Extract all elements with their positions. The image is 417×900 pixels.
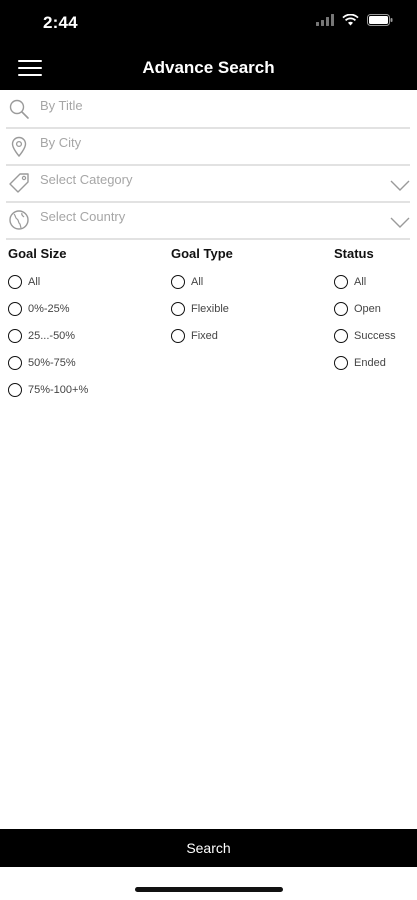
country-select-placeholder: Select Country [40,209,126,224]
option-label: Ended [354,356,386,369]
option-label: 50%-75% [28,356,76,369]
radio-button[interactable] [334,355,348,370]
home-indicator [135,887,283,892]
search-icon [9,99,29,119]
goal-type-option-flexible[interactable]: Flexible [171,295,233,322]
status-time: 2:44 [43,13,78,32]
page-title: Advance Search [142,58,275,77]
radio-button[interactable] [171,301,185,316]
option-label: Fixed [191,329,218,342]
radio-button[interactable] [8,274,22,289]
globe-icon [9,210,29,230]
status-filter: Status All Open Success Ended [334,246,396,376]
option-label: All [191,275,204,288]
option-label: Open [354,302,381,315]
status-option-ended[interactable]: Ended [334,349,396,376]
goal-size-heading: Goal Size [8,246,67,261]
goal-type-heading: Goal Type [171,246,233,261]
option-label: Flexible [191,302,229,315]
goal-size-option-50-75[interactable]: 50%-75% [8,349,88,376]
radio-button[interactable] [8,382,22,397]
wifi-icon [342,14,359,26]
status-bar: 2:44 [0,0,417,44]
status-icons [316,14,393,26]
country-select[interactable]: Select Country [6,203,410,240]
battery-icon [367,14,393,26]
city-search-field[interactable]: By City [6,129,410,166]
radio-button[interactable] [171,328,185,343]
radio-button[interactable] [8,328,22,343]
radio-button[interactable] [334,328,348,343]
goal-size-option-0-25[interactable]: 0%-25% [8,295,88,322]
city-field-placeholder: By City [40,135,82,150]
option-label: 0%-25% [28,302,70,315]
goal-type-filter: Goal Type All Flexible Fixed [171,246,233,349]
option-label: 75%-100+% [28,383,89,396]
radio-button[interactable] [334,274,348,289]
location-pin-icon [11,136,27,157]
goal-size-option-75-100[interactable]: 75%-100+% [8,376,88,403]
radio-button[interactable] [8,355,22,370]
category-select[interactable]: Select Category [6,166,410,203]
radio-button[interactable] [334,301,348,316]
goal-size-filter: Goal Size All 0%-25% 25...-50% 50%-75% 7… [8,246,88,403]
search-button[interactable]: Search [0,829,417,867]
status-option-all[interactable]: All [334,268,396,295]
radio-button[interactable] [8,301,22,316]
category-select-placeholder: Select Category [40,172,133,187]
goal-type-option-all[interactable]: All [171,268,233,295]
title-field-placeholder: By Title [40,98,83,113]
tag-icon [9,173,29,193]
option-label: 25...-50% [28,329,76,342]
nav-bar: Advance Search [0,44,417,90]
goal-type-option-fixed[interactable]: Fixed [171,322,233,349]
cellular-signal-icon [316,14,334,26]
option-label: All [354,275,367,288]
goal-size-option-25-50[interactable]: 25...-50% [8,322,88,349]
option-label: All [28,275,41,288]
chevron-down-icon [390,217,410,228]
goal-size-option-all[interactable]: All [8,268,88,295]
status-option-open[interactable]: Open [334,295,396,322]
status-heading: Status [334,246,374,261]
status-option-success[interactable]: Success [334,322,396,349]
chevron-down-icon [390,180,410,191]
radio-button[interactable] [171,274,185,289]
option-label: Success [354,329,396,342]
title-search-field[interactable]: By Title [6,92,410,129]
